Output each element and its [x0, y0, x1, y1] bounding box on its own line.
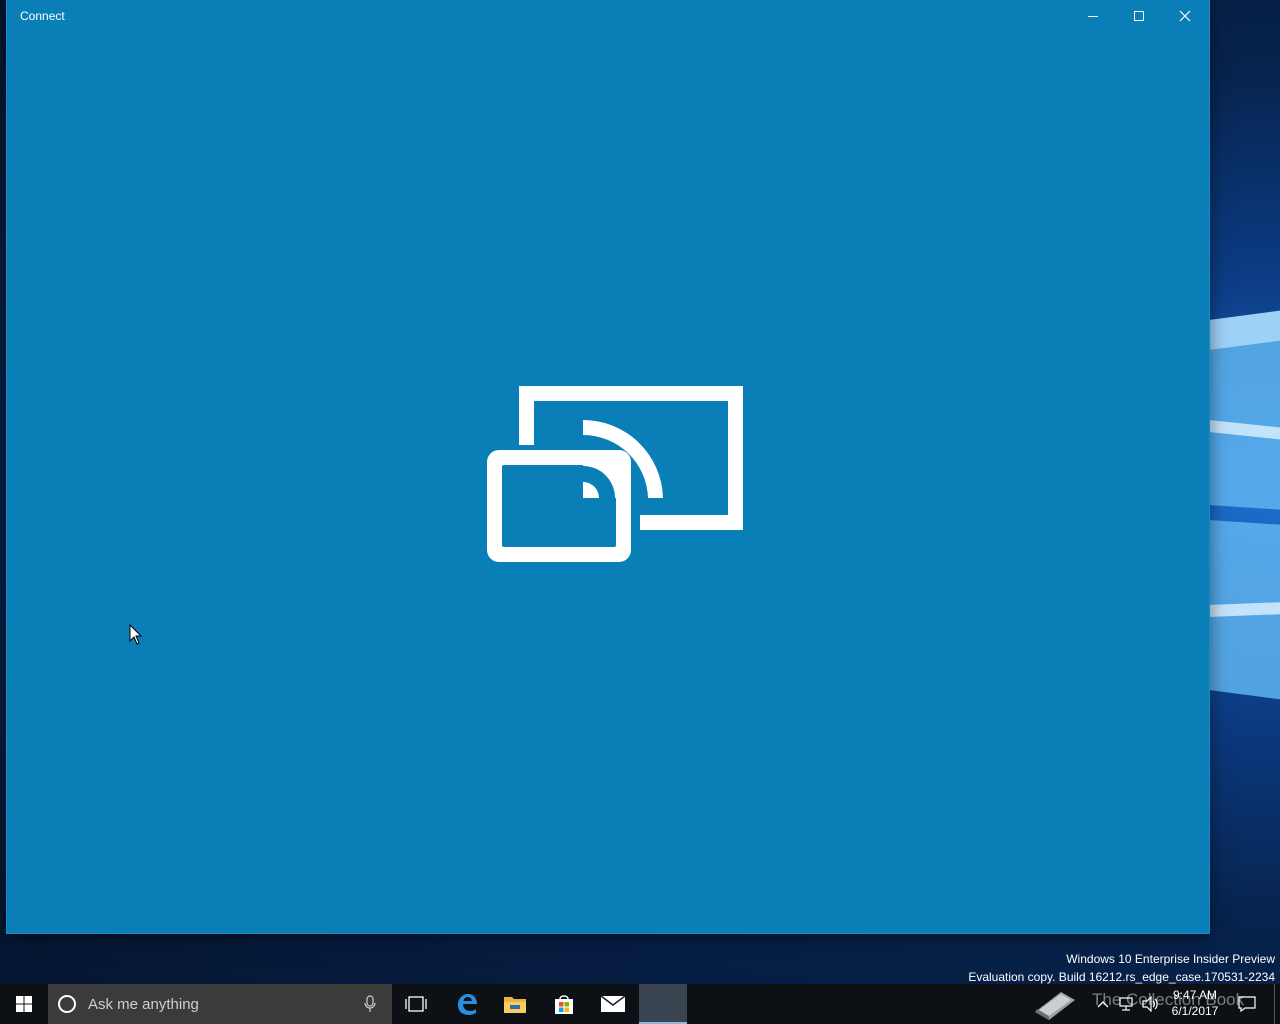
taskbar-file-explorer[interactable] [491, 984, 539, 1024]
start-button[interactable] [0, 984, 48, 1024]
minimize-button[interactable] [1070, 0, 1116, 32]
minimize-icon [1088, 16, 1098, 17]
cortana-icon [58, 995, 76, 1013]
windows-logo-icon [16, 996, 32, 1012]
search-box[interactable]: Ask me anything [48, 984, 392, 1024]
maximize-icon [1134, 11, 1144, 21]
clock-date: 6/1/2017 [1171, 1004, 1219, 1018]
network-icon [1119, 997, 1133, 1011]
mouse-cursor-icon [129, 624, 143, 645]
tray-collection-book[interactable] [1030, 984, 1080, 1024]
clock-time: 9:47 AM [1172, 988, 1218, 1002]
folder-icon [504, 997, 526, 1013]
edge-icon [458, 994, 477, 1015]
clock[interactable]: 9:47 AM 6/1/2017 [1165, 987, 1225, 1019]
speaker-icon [1142, 996, 1158, 1012]
title-bar[interactable]: Connect [7, 0, 1209, 32]
task-view-button[interactable] [392, 984, 440, 1024]
taskbar: Ask me anything The Collection Book 9:47… [0, 984, 1280, 1024]
watermark-edition: Windows 10 Enterprise Insider Preview [1066, 952, 1275, 966]
taskbar-store[interactable] [540, 984, 588, 1024]
build-watermark: Windows 10 Enterprise Insider Preview Ev… [968, 950, 1275, 986]
connect-app-window: Connect [7, 0, 1209, 933]
envelope-icon [600, 995, 626, 1012]
chevron-up-icon [1097, 1001, 1109, 1008]
show-desktop-button[interactable] [1274, 984, 1280, 1024]
taskbar-connect-app[interactable] [639, 984, 687, 1024]
task-view-icon [405, 996, 427, 1012]
search-placeholder: Ask me anything [88, 996, 199, 1013]
microphone-icon[interactable] [364, 995, 376, 1013]
volume-button[interactable] [1140, 984, 1162, 1024]
cast-to-device-icon [480, 386, 743, 562]
maximize-button[interactable] [1116, 0, 1162, 32]
window-title: Connect [20, 9, 65, 23]
store-bag-icon [555, 995, 573, 1014]
close-icon [1179, 10, 1191, 22]
windows-wallpaper-logo [1209, 310, 1280, 700]
taskbar-mail[interactable] [589, 984, 637, 1024]
action-center-button[interactable] [1232, 984, 1262, 1024]
taskbar-edge[interactable] [443, 984, 491, 1024]
show-hidden-icons-button[interactable] [1094, 984, 1112, 1024]
close-button[interactable] [1162, 0, 1208, 32]
network-button[interactable] [1116, 984, 1136, 1024]
notification-icon [1238, 996, 1256, 1012]
book-icon [1035, 992, 1075, 1020]
